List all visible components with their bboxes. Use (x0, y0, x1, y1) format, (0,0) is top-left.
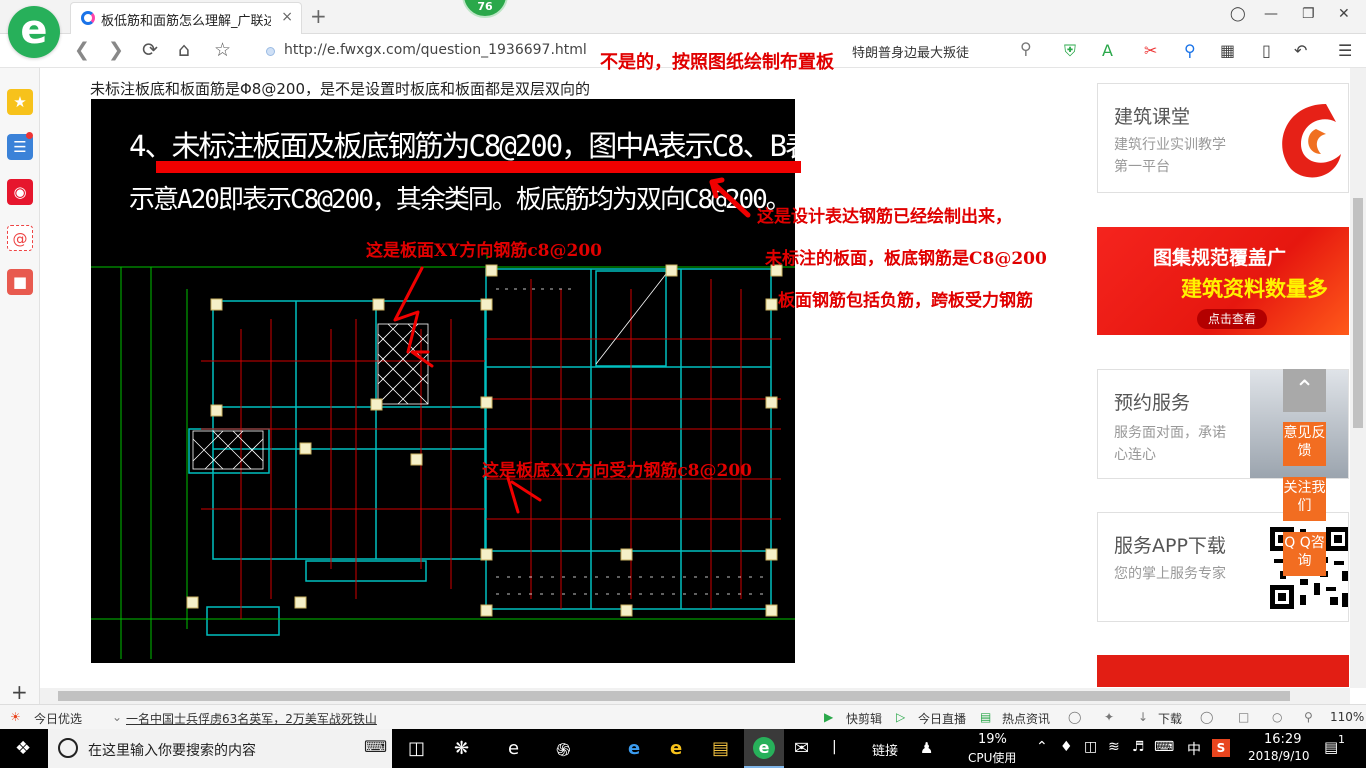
notification-bell-icon[interactable]: ♦ (1060, 739, 1073, 755)
clip-icon: ▶ (824, 710, 834, 724)
pinwheel-app-icon[interactable]: ❋ (454, 738, 469, 759)
news-icon: ▤ (980, 710, 992, 724)
cpu-percent: 19% (978, 732, 1007, 747)
news-ticker-link[interactable]: 一名中国士兵俘虏63名英军，2万美军战死铁山 (126, 710, 377, 727)
download-icon: ↓ (1138, 710, 1149, 724)
card-subtitle: 建筑行业实训教学第一平台 (1114, 137, 1226, 175)
back-to-top-icon[interactable]: ⌃ (1283, 369, 1326, 412)
sogou-ime-icon[interactable]: S (1212, 739, 1230, 757)
action-center-icon[interactable]: ▤ (1324, 738, 1338, 756)
promo-line1: 图集规范覆盖广 (1153, 247, 1287, 269)
taskbar-search-input[interactable]: 在这里输入你要搜索的内容 ⌨ (48, 729, 392, 768)
feedback-button[interactable]: 意见反馈 (1283, 422, 1326, 466)
speed-icon[interactable]: ◯ (1068, 710, 1081, 724)
card-subtitle: 服务面对面，承诺心连心 (1114, 425, 1226, 463)
card-title: 服务APP下载 (1114, 535, 1226, 557)
card-subtitle: 您的掌上服务专家 (1114, 566, 1226, 582)
download-link[interactable]: 下载 (1158, 710, 1182, 727)
ie-mode-icon[interactable]: ◯ (1200, 710, 1213, 724)
annotation-board-top: 这是板面XY方向钢筋c8@200 (366, 241, 602, 261)
today-live-link[interactable]: 今日直播 (918, 710, 966, 727)
card-building-class[interactable]: 建筑课堂 建筑行业实训教学第一平台 (1097, 83, 1349, 193)
horizontal-scrollbar[interactable] (40, 688, 1350, 704)
vertical-scrollbar[interactable] (1350, 68, 1366, 688)
card-title: 预约服务 (1114, 392, 1191, 414)
active-app-slot[interactable]: e (744, 729, 784, 768)
search-placeholder: 在这里输入你要搜索的内容 (88, 743, 256, 759)
sun-icon: ☀ (10, 710, 21, 724)
links-toolbar[interactable]: 链接 (872, 740, 898, 759)
pin-icon[interactable]: ✦ (1104, 710, 1114, 724)
card-title: 建筑课堂 (1114, 106, 1191, 128)
ie-icon[interactable]: e (670, 738, 682, 759)
window-icon[interactable]: □ (1238, 710, 1249, 724)
browser-logo-icon[interactable]: e (8, 6, 60, 58)
task-view-icon[interactable]: ◫ (408, 738, 425, 759)
clock-date[interactable]: 2018/9/10 (1248, 749, 1310, 763)
zoom-icon[interactable]: ⚲ (1304, 710, 1313, 724)
promo-banner[interactable]: 图集规范覆盖广 建筑资料数量多 点击查看 (1097, 227, 1349, 335)
microphone-icon[interactable]: ⌨ (364, 737, 387, 756)
quick-clip-link[interactable]: 快剪辑 (846, 710, 882, 727)
qq-consult-button[interactable]: Q Q咨询 (1283, 532, 1326, 576)
promo-view-button[interactable]: 点击查看 (1197, 309, 1267, 329)
wifi-icon[interactable]: ≋ (1108, 739, 1120, 755)
follow-us-button[interactable]: 关注我们 (1283, 477, 1326, 521)
windows-taskbar: ❖ 在这里输入你要搜索的内容 ⌨ ◫ ❋ e ֍ e e ▤ e ✉ | 链接 … (0, 729, 1366, 768)
annotation-right-3: 板面钢筋包括负筋，跨板受力钢筋 (778, 291, 1033, 311)
status-bar: ☀ 今日优选 ⌄ 一名中国士兵俘虏63名英军，2万美军战死铁山 ▶ 快剪辑 ▷ … (0, 704, 1366, 729)
ime-mode[interactable]: 中 (1187, 739, 1201, 759)
people-icon[interactable]: ♟ (920, 739, 933, 757)
annotation-right-2: 未标注的板面，板底钢筋是C8@200 (765, 249, 1047, 269)
windows-start-icon[interactable]: ❖ (15, 738, 31, 759)
bottom-promo-banner[interactable] (1097, 655, 1349, 687)
annotation-right-1: 这是设计表达钢筋已经绘制出来， (757, 207, 1012, 227)
edge-icon[interactable]: e (628, 738, 640, 759)
clock-time[interactable]: 16:29 (1264, 732, 1301, 747)
tray-separator: | (832, 739, 837, 755)
mail-taskbar-icon[interactable]: ✉ (794, 738, 809, 759)
browser-taskbar-icon: e (753, 737, 775, 759)
annotation-board-bottom: 这是板底XY方向受力钢筋c8@200 (482, 461, 752, 481)
promo-line2: 建筑资料数量多 (1181, 277, 1328, 301)
chevron-down-icon[interactable]: ⌄ (112, 710, 122, 724)
spiral-app-icon[interactable]: ֍ (556, 738, 571, 762)
today-picks-link[interactable]: 今日优选 (34, 710, 82, 727)
annotation-top-answer: 不是的，按照图纸绘制布置板 (600, 52, 834, 73)
battery-icon[interactable]: ◫ (1084, 739, 1097, 755)
volume-icon[interactable]: ♬ (1132, 739, 1145, 755)
show-hidden-icon[interactable]: ⌃ (1036, 739, 1048, 755)
keyboard-icon[interactable]: ⌨ (1154, 739, 1174, 755)
mute-icon[interactable]: ○ (1272, 710, 1282, 724)
edge-browser-icon[interactable]: e (508, 738, 519, 759)
hot-news-link[interactable]: 热点资讯 (1002, 710, 1050, 727)
swirl-logo-icon (1282, 104, 1341, 178)
zoom-level[interactable]: 110% (1330, 710, 1364, 724)
cpu-label: CPU使用 (968, 751, 1017, 765)
file-explorer-icon[interactable]: ▤ (712, 738, 729, 759)
vertical-scroll-thumb[interactable] (1353, 198, 1363, 428)
live-icon: ▷ (896, 710, 906, 724)
cortana-icon (58, 738, 78, 758)
notification-count: 1 (1338, 733, 1345, 746)
horizontal-scroll-thumb[interactable] (58, 691, 1290, 701)
